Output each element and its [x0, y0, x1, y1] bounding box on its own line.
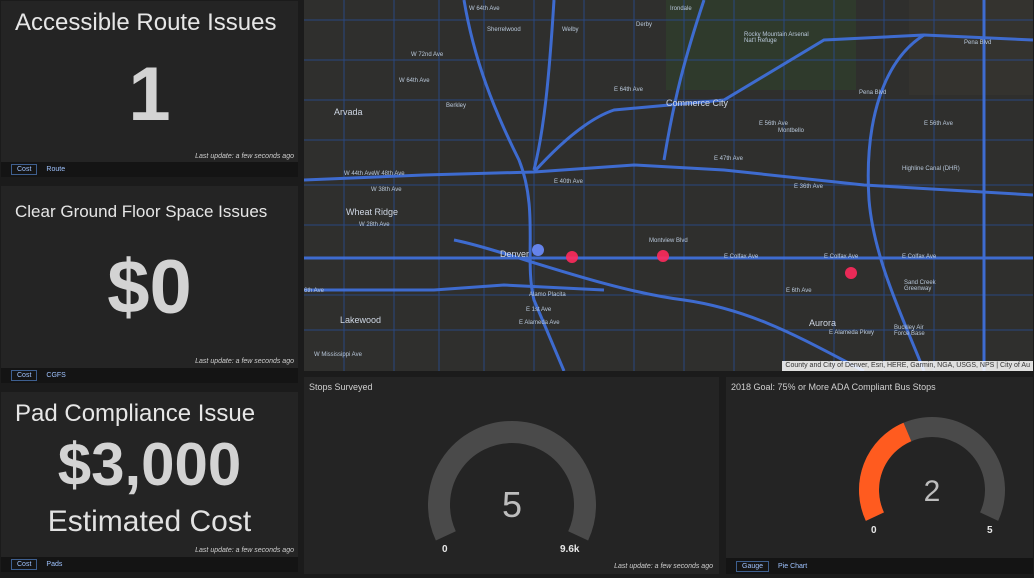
map-label: E 1st Ave: [526, 307, 552, 313]
gauge-max: 5: [987, 525, 993, 536]
gauge-tabs: Gauge Pie Chart: [726, 558, 1033, 574]
gauge-max: 9.6k: [560, 544, 580, 555]
map-label: E Colfax Ave: [724, 254, 759, 260]
accessible-route-card: Accessible Route Issues 1 Last update: a…: [1, 1, 298, 177]
map-label: 6th Ave: [304, 288, 324, 294]
map-label: Alamo Placita: [529, 292, 566, 298]
map-label: Rocky Mountain Arsenal Nat'l Refuge: [744, 32, 809, 44]
map-label: E 64th Ave: [614, 87, 643, 93]
map-marker-red: [657, 250, 669, 262]
map-label: W 38th Ave: [371, 187, 402, 193]
card-title: Pad Compliance Issue: [15, 400, 256, 427]
map-label: E 56th Ave: [924, 121, 953, 127]
card-title: Accessible Route Issues: [15, 9, 277, 36]
map-label: W 64th Ave: [399, 78, 430, 84]
tab-cost[interactable]: Cost: [11, 559, 38, 570]
card-tabs: Cost Pads: [1, 557, 298, 572]
map-label: W 48th Ave: [374, 171, 405, 177]
gauge-min: 0: [871, 525, 877, 536]
tab-pie-chart[interactable]: Pie Chart: [773, 562, 812, 571]
tab-gauge[interactable]: Gauge: [736, 560, 770, 572]
map-label: Aurora: [809, 318, 837, 328]
tab-cost[interactable]: Cost: [11, 164, 38, 175]
card-value: 1: [128, 52, 171, 137]
map-label: Pena Blvd: [964, 40, 992, 46]
ada-goal-gauge: 2018 Goal: 75% or More ADA Compliant Bus…: [726, 377, 1033, 574]
map-marker-blue: [532, 244, 544, 256]
clear-ground-floor-card: Clear Ground Floor Space Issues $0 Last …: [1, 186, 298, 383]
map-label: W Mississippi Ave: [314, 352, 362, 358]
map-label: Montview Blvd: [649, 238, 688, 244]
pad-compliance-card: Pad Compliance Issue $3,000 Estimated Co…: [1, 392, 298, 572]
map-marker-red: [566, 251, 578, 263]
map-label: Pena Blvd: [859, 90, 887, 96]
last-update: Last update: a few seconds ago: [195, 358, 294, 365]
map-label: E Colfax Ave: [824, 254, 859, 260]
tab-cgfs[interactable]: CGFS: [41, 371, 70, 380]
map-view[interactable]: W 64th Ave Sherrelwood Welby Derby Irond…: [304, 0, 1033, 371]
map-label: W 28th Ave: [359, 222, 390, 228]
map-label: Denver: [500, 249, 530, 259]
map-label: Sherrelwood: [487, 27, 521, 33]
card-value: $3,000: [57, 431, 242, 498]
map-label: E Alameda Ave: [519, 320, 560, 326]
last-update: Last update: a few seconds ago: [614, 563, 713, 570]
card-tabs: Cost CGFS: [1, 368, 298, 383]
gauge-dial: [428, 421, 596, 541]
map-label: Sand Creek Greenway: [904, 280, 936, 292]
map-label: Highline Canal (DHR): [902, 166, 960, 172]
map-label: E 40th Ave: [554, 179, 583, 185]
map-label: Berkley: [446, 103, 467, 109]
gauge-value: 2: [923, 475, 941, 508]
card-title: Clear Ground Floor Space Issues: [15, 202, 268, 221]
last-update: Last update: a few seconds ago: [195, 547, 294, 554]
gauge-dial: [859, 417, 1005, 521]
tab-pads[interactable]: Pads: [41, 560, 67, 569]
card-value: $0: [107, 245, 192, 330]
gauge-min: 0: [442, 544, 448, 555]
map-label: Wheat Ridge: [346, 207, 399, 217]
map-label: Welby: [562, 27, 579, 33]
map-label: W 72nd Ave: [411, 52, 444, 58]
map-label: E Alameda Pkwy: [829, 330, 875, 336]
map-label: E 56th Ave: [759, 121, 788, 127]
map-label: Irondale: [670, 6, 692, 12]
card-tabs: Cost Route: [1, 162, 298, 177]
tab-cost[interactable]: Cost: [11, 370, 38, 381]
gauge-value: 5: [501, 484, 523, 525]
map-label: Derby: [636, 22, 653, 28]
map-label: Commerce City: [666, 98, 729, 108]
map-label: Buckley Air Force Base: [894, 325, 925, 337]
map-label: W 44th Ave: [344, 171, 375, 177]
tab-route[interactable]: Route: [41, 165, 70, 174]
map-label: W 64th Ave: [469, 6, 500, 12]
map-label: Montbello: [778, 128, 805, 134]
map-label: E 47th Ave: [714, 156, 743, 162]
stops-surveyed-gauge: Stops Surveyed 5 0 9.6k Last update: a f…: [304, 377, 719, 574]
map-label: E 36th Ave: [794, 184, 823, 190]
map-marker-red: [845, 267, 857, 279]
card-subtitle: Estimated Cost: [47, 505, 252, 538]
map-label: E Colfax Ave: [902, 254, 937, 260]
map-attribution: County and City of Denver, Esri, HERE, G…: [782, 361, 1033, 371]
map-label: E 6th Ave: [786, 288, 812, 294]
last-update: Last update: a few seconds ago: [195, 153, 294, 160]
map-label: Arvada: [334, 107, 363, 117]
map-label: Lakewood: [340, 315, 382, 325]
